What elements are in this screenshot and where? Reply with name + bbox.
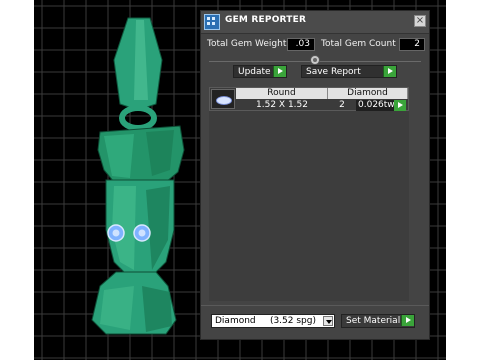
row-weight: 0.026tw (356, 100, 396, 111)
total-gem-count-value: 2 (399, 38, 425, 51)
update-play-icon (273, 66, 286, 77)
panel-slider-knob[interactable] (310, 55, 320, 65)
material-select-value: Diamond (3.52 spg) (215, 316, 316, 326)
column-header-material: Diamond (328, 88, 408, 99)
row-count: 2 (339, 100, 345, 110)
material-select[interactable]: Diamond (3.52 spg) (211, 314, 335, 328)
total-gem-weight-value: .03 (287, 38, 315, 51)
total-gem-count-label: Total Gem Count (321, 39, 396, 49)
set-material-button[interactable]: Set Material (341, 314, 415, 328)
gem-thumbnail-icon[interactable] (211, 89, 235, 109)
gem-table: Round Diamond 1.52 X 1.52 2 0.026tw (209, 87, 409, 111)
close-button[interactable]: × (414, 15, 426, 27)
row-play-icon[interactable] (394, 100, 406, 111)
column-header-cut: Round (236, 88, 328, 99)
app-logo-icon (204, 14, 220, 30)
total-gem-weight-label: Total Gem Weight (207, 39, 287, 49)
gem-reporter-panel: GEM REPORTER × Total Gem Weight .03 Tota… (200, 10, 430, 340)
row-size: 1.52 X 1.52 (256, 100, 308, 110)
pendant-model (91, 17, 185, 335)
save-report-play-icon (383, 66, 396, 77)
panel-title: GEM REPORTER (225, 15, 307, 25)
panel-titlebar[interactable]: GEM REPORTER × (201, 11, 429, 34)
gem-list-area (209, 111, 409, 301)
set-material-play-icon (401, 315, 414, 326)
save-report-button-label: Save Report (306, 67, 361, 77)
bottom-divider (201, 305, 429, 306)
save-report-button[interactable]: Save Report (301, 65, 397, 78)
update-button-label: Update (238, 67, 271, 77)
set-material-button-label: Set Material (346, 316, 401, 326)
chevron-down-icon[interactable] (323, 316, 333, 326)
update-button[interactable]: Update (233, 65, 287, 78)
